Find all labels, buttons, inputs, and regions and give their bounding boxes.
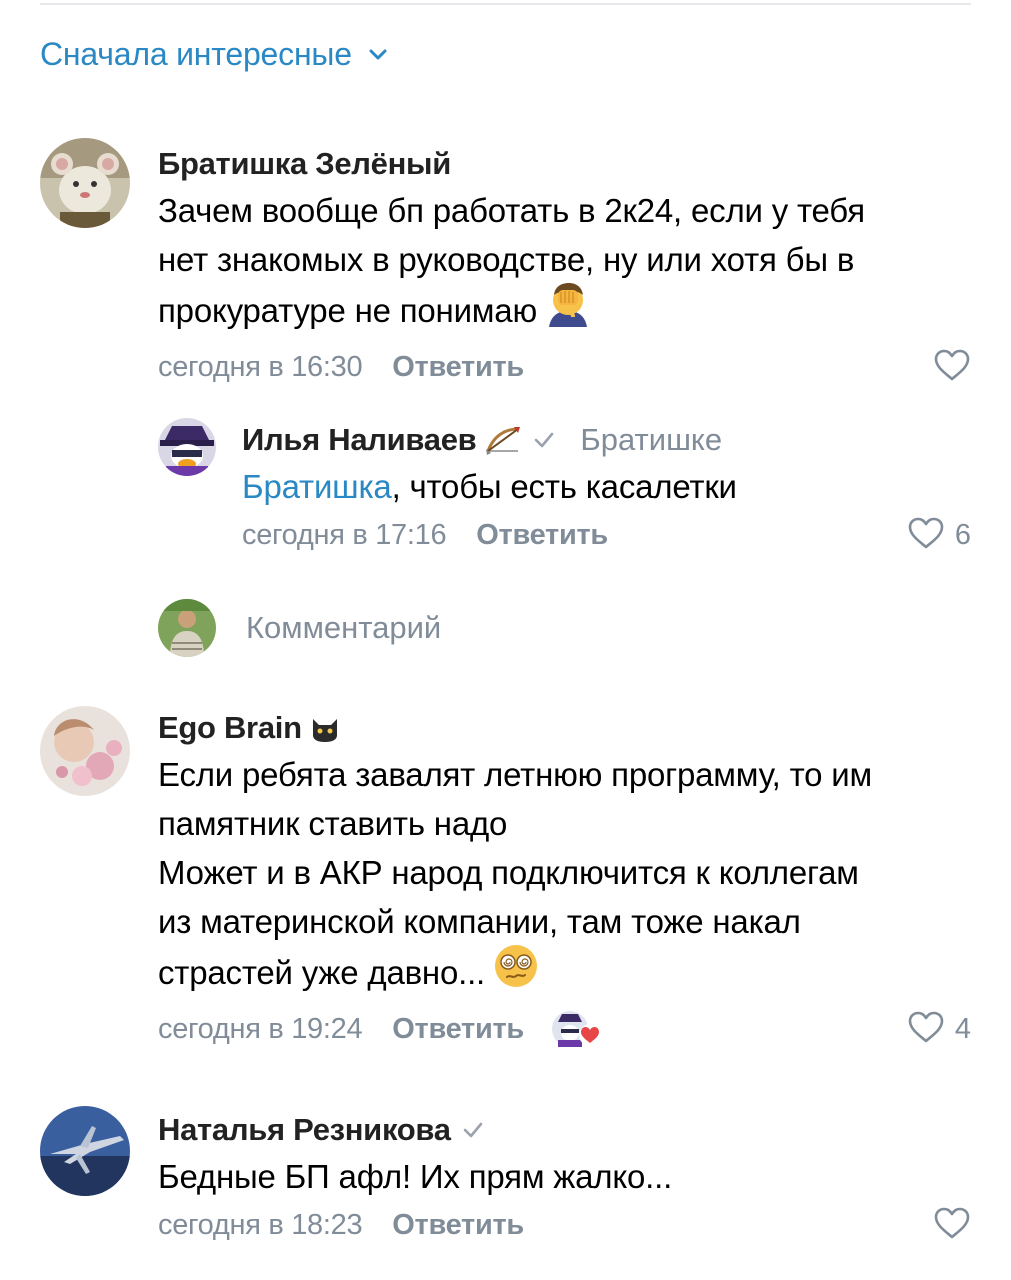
comment-text: Братишка, чтобы есть касалетки [242,468,737,505]
heart-icon [933,348,971,387]
author-name[interactable]: Наталья Резникова [158,1112,451,1148]
reaction-avatar[interactable] [550,1008,602,1050]
heart-icon [907,1010,945,1049]
comment-time: сегодня в 16:30 [158,350,363,383]
dizzy-face-emoji [493,943,539,1002]
mention-link[interactable]: Братишка [242,468,392,505]
current-user-avatar [158,599,216,657]
comment-text: Бедные БП афл! Их прям жалко... [158,1158,673,1195]
like-count: 4 [954,1012,971,1045]
reply-button[interactable]: Ответить [392,1013,524,1046]
reply-to-label[interactable]: Братишке [580,422,722,458]
avatar[interactable] [40,1106,130,1196]
avatar[interactable] [158,418,216,476]
comment-input[interactable]: Комментарий [158,598,441,658]
comment-time: сегодня в 19:24 [158,1012,363,1045]
top-divider [40,3,971,5]
reply-button[interactable]: Ответить [392,351,524,384]
comment-input-placeholder: Комментарий [246,610,442,645]
author-name[interactable]: Братишка Зелёный [158,146,451,182]
facepalm-emoji [545,281,591,340]
like-button[interactable]: 6 [907,511,971,559]
comment-text: Если ребята завалят летнюю программу, то… [158,750,971,1005]
author-name[interactable]: Ego Brain [158,710,302,746]
avatar[interactable] [40,706,130,796]
black-cat-icon [310,713,340,743]
avatar[interactable] [40,138,130,228]
chevron-down-icon [366,42,390,66]
like-button[interactable] [933,1201,971,1249]
like-count: 6 [954,518,971,551]
reply-button[interactable]: Ответить [392,1209,524,1242]
sort-dropdown[interactable]: Сначала интересные [40,32,390,76]
author-name[interactable]: Илья Наливаев [242,422,477,458]
comment-text: Зачем вообще бп работать в 2к24, если у … [158,186,971,343]
like-button[interactable] [933,343,971,391]
heart-icon [907,516,945,555]
comment-time: сегодня в 17:16 [242,518,447,551]
verified-check-icon [532,428,556,452]
comment-time: сегодня в 18:23 [158,1208,363,1241]
verified-check-icon [461,1118,485,1142]
heart-icon [933,1206,971,1245]
like-button[interactable]: 4 [907,1005,971,1053]
reply-button[interactable]: Ответить [476,519,608,552]
sort-label: Сначала интересные [40,35,352,72]
bow-arrow-icon [484,423,522,457]
